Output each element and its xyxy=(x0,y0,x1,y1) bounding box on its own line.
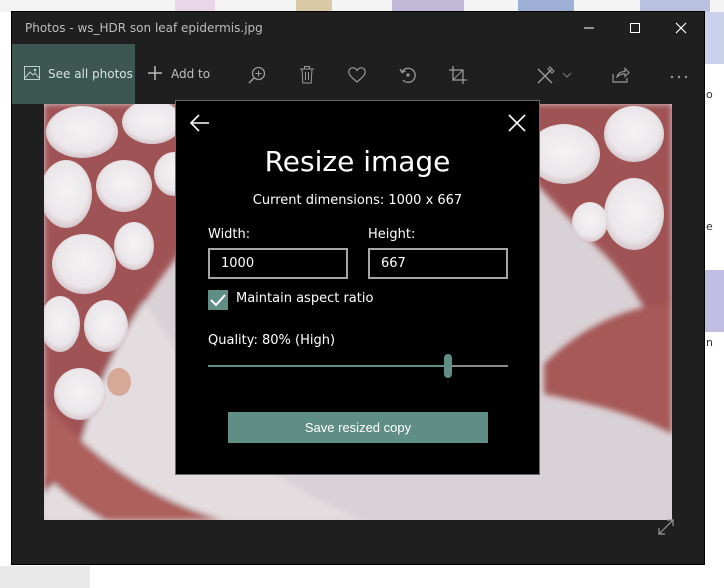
rotate-icon xyxy=(399,67,416,83)
quality-slider-thumb[interactable] xyxy=(444,354,452,378)
checkmark-icon xyxy=(210,294,226,307)
background-file-label: o xyxy=(706,88,713,101)
background-thumbnail xyxy=(175,0,215,12)
maintain-aspect-ratio-label: Maintain aspect ratio xyxy=(236,291,374,306)
plus-icon xyxy=(147,65,163,84)
close-icon xyxy=(508,114,526,132)
close-dialog-button[interactable] xyxy=(505,111,529,135)
background-thumbnail xyxy=(392,0,464,12)
window-title: Photos - ws_HDR son leaf epidermis.jpg xyxy=(25,21,263,35)
desktop-background-strip xyxy=(0,0,724,12)
share-button[interactable] xyxy=(610,64,632,86)
background-panel xyxy=(0,566,90,588)
delete-button[interactable] xyxy=(296,64,318,86)
rotate-button[interactable] xyxy=(397,64,419,86)
minimize-button[interactable] xyxy=(566,12,612,44)
current-dimensions-text: Current dimensions: 1000 x 667 xyxy=(252,193,463,208)
back-button[interactable] xyxy=(188,111,212,135)
quality-slider-track-remaining[interactable] xyxy=(452,365,508,367)
maximize-icon xyxy=(630,23,640,33)
toolbar: See all photos Add to xyxy=(12,44,704,104)
more-options-button[interactable] xyxy=(668,66,690,88)
full-screen-expand-icon[interactable] xyxy=(657,518,675,536)
quality-label: Quality: 80% (High) xyxy=(208,333,336,348)
maintain-aspect-ratio-checkbox[interactable] xyxy=(208,290,228,310)
save-resized-copy-button[interactable]: Save resized copy xyxy=(228,412,488,443)
see-all-photos-label: See all photos xyxy=(48,67,133,81)
favorite-button[interactable] xyxy=(346,64,368,86)
add-to-label: Add to xyxy=(171,67,211,81)
delete-icon xyxy=(300,66,314,84)
chevron-down-icon xyxy=(562,72,572,78)
background-thumbnail xyxy=(518,0,574,12)
crop-icon xyxy=(449,66,467,84)
width-label: Width: xyxy=(208,227,251,242)
crop-button[interactable] xyxy=(447,64,469,86)
edit-draw-icon xyxy=(537,66,555,84)
photo-gallery-icon xyxy=(24,65,40,83)
background-thumbnail xyxy=(640,0,710,12)
more-icon xyxy=(670,75,688,79)
edit-and-create-button[interactable] xyxy=(534,64,574,86)
see-all-photos-button[interactable]: See all photos xyxy=(12,44,135,104)
close-window-button[interactable] xyxy=(658,12,704,44)
close-icon xyxy=(675,22,687,34)
width-input[interactable]: 1000 xyxy=(208,248,348,279)
back-arrow-icon xyxy=(189,114,209,132)
background-thumbnail xyxy=(296,0,332,12)
add-to-button[interactable]: Add to xyxy=(147,44,210,104)
favorite-heart-icon xyxy=(348,67,366,83)
background-thumbnail xyxy=(704,12,724,64)
minimize-icon xyxy=(584,27,594,29)
background-file-label: n xyxy=(706,336,713,349)
title-bar: Photos - ws_HDR son leaf epidermis.jpg xyxy=(12,12,704,44)
resize-image-dialog: Resize image Current dimensions: 1000 x … xyxy=(175,100,540,475)
background-thumbnail xyxy=(704,270,724,332)
dialog-title: Resize image xyxy=(264,145,451,178)
zoom-in-button[interactable] xyxy=(246,64,268,86)
background-file-label: e xyxy=(706,220,713,233)
zoom-in-icon xyxy=(248,66,266,84)
maximize-button[interactable] xyxy=(612,12,658,44)
share-icon xyxy=(612,67,630,83)
height-input[interactable]: 667 xyxy=(368,248,508,279)
height-label: Height: xyxy=(368,227,416,242)
